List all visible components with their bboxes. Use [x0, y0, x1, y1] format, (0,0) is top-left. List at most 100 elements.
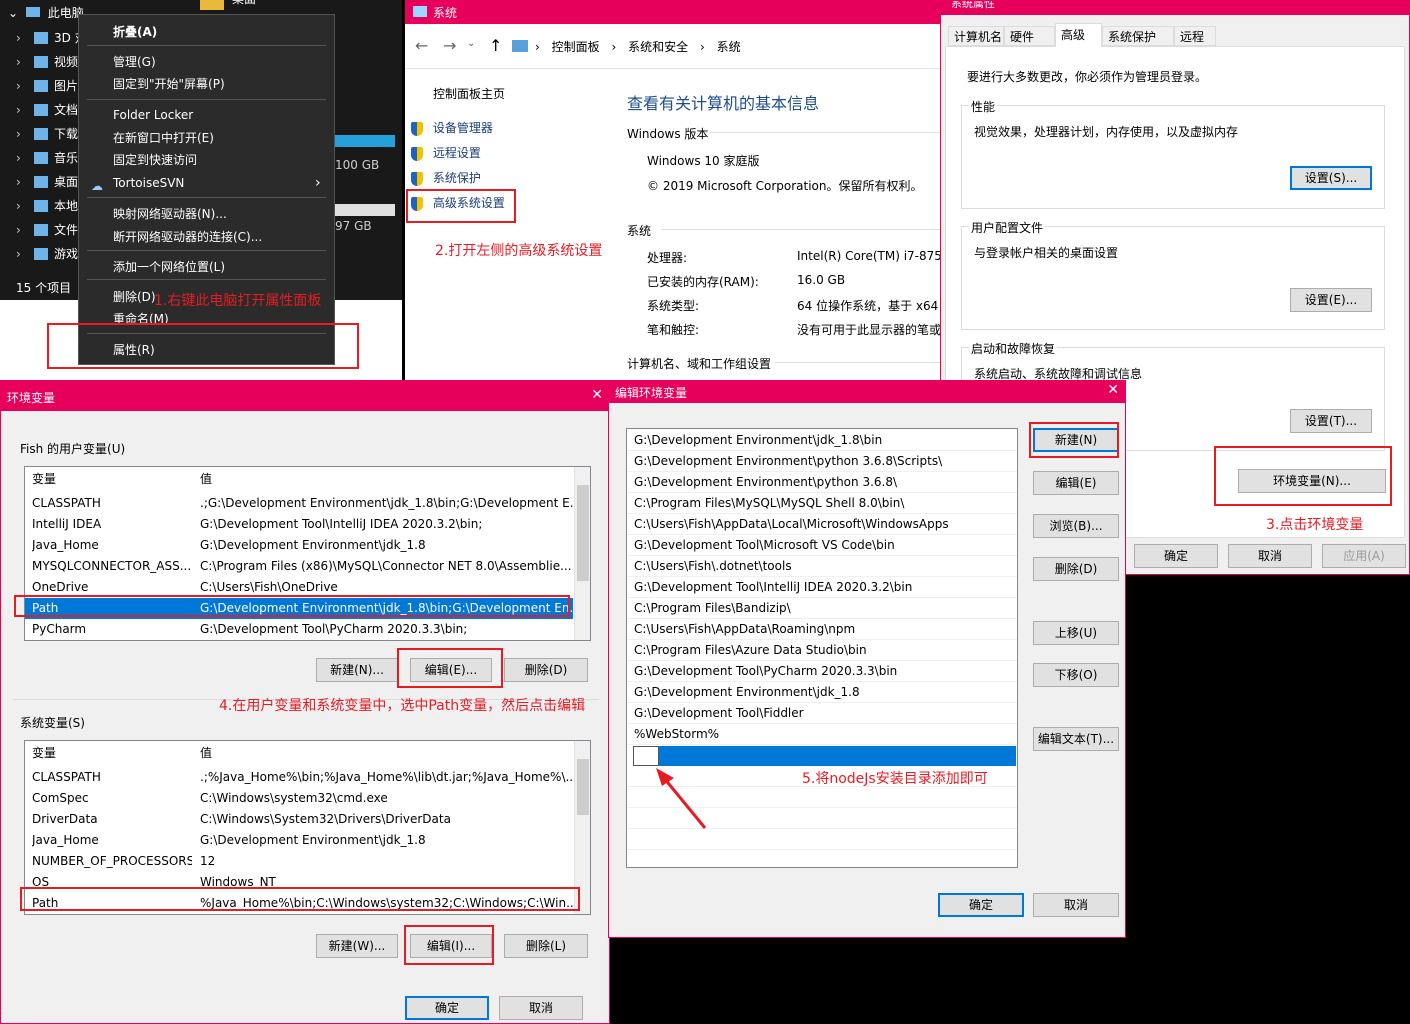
path-row[interactable]: G:\Development Tool\Fiddler [627, 703, 1017, 724]
props-tab[interactable]: 系统保护 [1102, 26, 1174, 46]
explorer-nav-item[interactable]: › 游戏 [16, 242, 78, 266]
forward-icon[interactable]: → [443, 36, 456, 55]
edit-action-button[interactable]: 下移(O) [1033, 663, 1119, 687]
edit-action-button[interactable]: 上移(U) [1033, 621, 1119, 645]
path-row[interactable]: C:\Program Files\Azure Data Studio\bin [627, 640, 1017, 661]
path-row[interactable]: %WebStorm% [627, 724, 1017, 745]
context-menu-item[interactable]: 折叠(A) [79, 21, 334, 43]
context-menu-item[interactable]: 断开网络驱动器的连接(C)... [79, 226, 334, 248]
close-icon[interactable]: ✕ [1107, 382, 1119, 398]
edit-action-button[interactable]: 删除(D) [1033, 557, 1119, 581]
path-row[interactable]: G:\Development Environment\jdk_1.8\bin [627, 430, 1017, 451]
table-row[interactable]: CLASSPATH .;G:\Development Environment\j… [25, 493, 573, 514]
explorer-nav-item[interactable]: › 3D 对象 [16, 26, 99, 50]
table-row[interactable]: Java_Home G:\Development Environment\jdk… [25, 535, 573, 556]
chevron-right-icon: › [16, 79, 21, 93]
breadcrumb-control-panel[interactable]: 控制面板 [552, 40, 600, 54]
back-icon[interactable]: ← [415, 36, 428, 55]
system-link[interactable]: 设备管理器 [411, 119, 493, 136]
path-row[interactable]: C:\Users\Fish\AppData\Local\Microsoft\Wi… [627, 514, 1017, 535]
context-menu-item[interactable]: 添加一个网络位置(L) [79, 256, 334, 278]
annotation-step3: 3.点击环境变量 [1266, 517, 1364, 533]
breadcrumb-security[interactable]: 系统和安全 [628, 40, 688, 54]
table-row[interactable]: MYSQLCONNECTOR_ASS... C:\Program Files (… [25, 556, 573, 577]
col-var-header[interactable]: 变量 [32, 743, 56, 764]
table-row[interactable]: ComSpec C:\Windows\system32\cmd.exe [25, 788, 573, 809]
perf-settings-button[interactable]: 设置(S)... [1290, 166, 1372, 190]
path-row[interactable]: G:\Development Environment\python 3.6.8\… [627, 451, 1017, 472]
system-link[interactable]: 远程设置 [411, 144, 481, 161]
edit-action-button[interactable]: 编辑文本(T)... [1033, 727, 1119, 751]
props-ok-button[interactable]: 确定 [1134, 544, 1218, 568]
props-tab[interactable]: 计算机名 [948, 26, 1004, 46]
path-row-empty [627, 850, 1017, 867]
env-ok-button[interactable]: 确定 [405, 996, 489, 1020]
this-pc-item[interactable]: ⌄ 此电脑 [8, 4, 84, 21]
context-menu-item[interactable]: 固定到快速访问 [79, 149, 334, 171]
path-row[interactable]: G:\Development Environment\python 3.6.8\ [627, 472, 1017, 493]
explorer-nav-label: 音乐 [54, 151, 79, 165]
table-row[interactable]: NUMBER_OF_PROCESSORS 12 [25, 851, 573, 872]
table-row[interactable]: Java_Home G:\Development Environment\jdk… [25, 830, 573, 851]
desktop-folder-icon[interactable] [200, 0, 224, 10]
path-row[interactable]: C:\Users\Fish\.dotnet\tools [627, 556, 1017, 577]
props-apply-button[interactable]: 应用(A) [1322, 544, 1406, 568]
context-menu-item[interactable]: TortoiseSVN [79, 172, 334, 194]
explorer-nav-item[interactable]: › 本地 [16, 194, 78, 218]
explorer-nav-item[interactable]: › 文档 [16, 98, 78, 122]
props-cancel-button[interactable]: 取消 [1228, 544, 1312, 568]
close-icon[interactable]: ✕ [591, 387, 603, 403]
sys-new-button[interactable]: 新建(W)... [316, 934, 398, 958]
col-val-header[interactable]: 值 [200, 469, 212, 490]
table-row[interactable]: PyCharm G:\Development Tool\PyCharm 2020… [25, 619, 573, 640]
env-cancel-button[interactable]: 取消 [499, 996, 583, 1020]
var-value: C:\Program Files (x86)\MySQL\Connector N… [200, 559, 572, 573]
profile-settings-button[interactable]: 设置(E)... [1290, 288, 1372, 312]
sys-delete-button[interactable]: 删除(L) [504, 934, 588, 958]
user-delete-button[interactable]: 删除(D) [504, 658, 588, 682]
explorer-nav-item[interactable]: › 音乐 [16, 146, 79, 170]
table-row[interactable]: DriverData C:\Windows\System32\Drivers\D… [25, 809, 573, 830]
disk-bar-1 [335, 135, 395, 147]
path-row[interactable]: C:\Program Files\Bandizip\ [627, 598, 1017, 619]
edit-action-button[interactable]: 浏览(B)... [1033, 514, 1119, 538]
context-menu-item[interactable]: 在新窗口中打开(E) [79, 127, 334, 149]
table-row[interactable]: IntelliJ IDEA G:\Development Tool\Intell… [25, 514, 573, 535]
path-row[interactable]: G:\Development Tool\PyCharm 2020.3.3\bin [627, 661, 1017, 682]
edit-action-button[interactable]: 编辑(E) [1033, 471, 1119, 495]
cp-home-link[interactable]: 控制面板主页 [433, 85, 505, 102]
table-row[interactable]: CLASSPATH .;%Java_Home%\bin;%Java_Home%\… [25, 767, 573, 788]
var-value: C:\Windows\system32\cmd.exe [200, 791, 388, 805]
path-row[interactable]: G:\Development Tool\Microsoft VS Code\bi… [627, 535, 1017, 556]
path-row[interactable]: C:\Users\Fish\AppData\Roaming\npm [627, 619, 1017, 640]
edit-ok-button[interactable]: 确定 [938, 893, 1024, 917]
context-menu-item[interactable]: 映射网络驱动器(N)... [79, 203, 334, 225]
props-tab[interactable]: 硬件 [1004, 26, 1055, 46]
edit-cancel-button[interactable]: 取消 [1033, 893, 1119, 917]
path-row[interactable]: G:\Development Environment\jdk_1.8 [627, 682, 1017, 703]
path-text: G:\Development Tool\IntelliJ IDEA 2020.3… [634, 580, 913, 594]
context-menu-item[interactable]: Folder Locker [79, 104, 334, 126]
explorer-nav-item[interactable]: › 图片 [16, 74, 78, 98]
dropdown-icon[interactable]: ⌄ [467, 38, 475, 49]
explorer-status: 15 个项目 [16, 281, 72, 295]
col-val-header[interactable]: 值 [200, 743, 212, 764]
up-icon[interactable]: ↑ [489, 36, 502, 55]
col-var-header[interactable]: 变量 [32, 469, 56, 490]
context-menu-item[interactable]: 管理(G) [79, 51, 334, 73]
breadcrumb-system[interactable]: 系统 [717, 40, 741, 54]
startup-settings-button[interactable]: 设置(T)... [1290, 409, 1372, 433]
explorer-nav-item[interactable]: › 桌面 [16, 170, 78, 194]
context-menu-item[interactable]: 固定到"开始"屏幕(P) [79, 73, 334, 95]
path-row[interactable]: C:\Program Files\MySQL\MySQL Shell 8.0\b… [627, 493, 1017, 514]
explorer-nav-item[interactable]: › 视频 [16, 50, 78, 74]
user-new-button[interactable]: 新建(N)... [316, 658, 398, 682]
explorer-nav-item[interactable]: › 文件 [16, 218, 78, 242]
breadcrumb[interactable]: › 控制面板 › 系统和安全 › 系统 [535, 38, 749, 55]
props-tab[interactable]: 高级 [1055, 23, 1102, 47]
props-tab[interactable]: 远程 [1174, 26, 1216, 46]
path-row[interactable]: G:\Development Tool\IntelliJ IDEA 2020.3… [627, 577, 1017, 598]
user-vars-scrollbar[interactable] [574, 467, 590, 640]
system-link[interactable]: 系统保护 [411, 169, 481, 186]
explorer-nav-item[interactable]: › 下载 [16, 122, 78, 146]
